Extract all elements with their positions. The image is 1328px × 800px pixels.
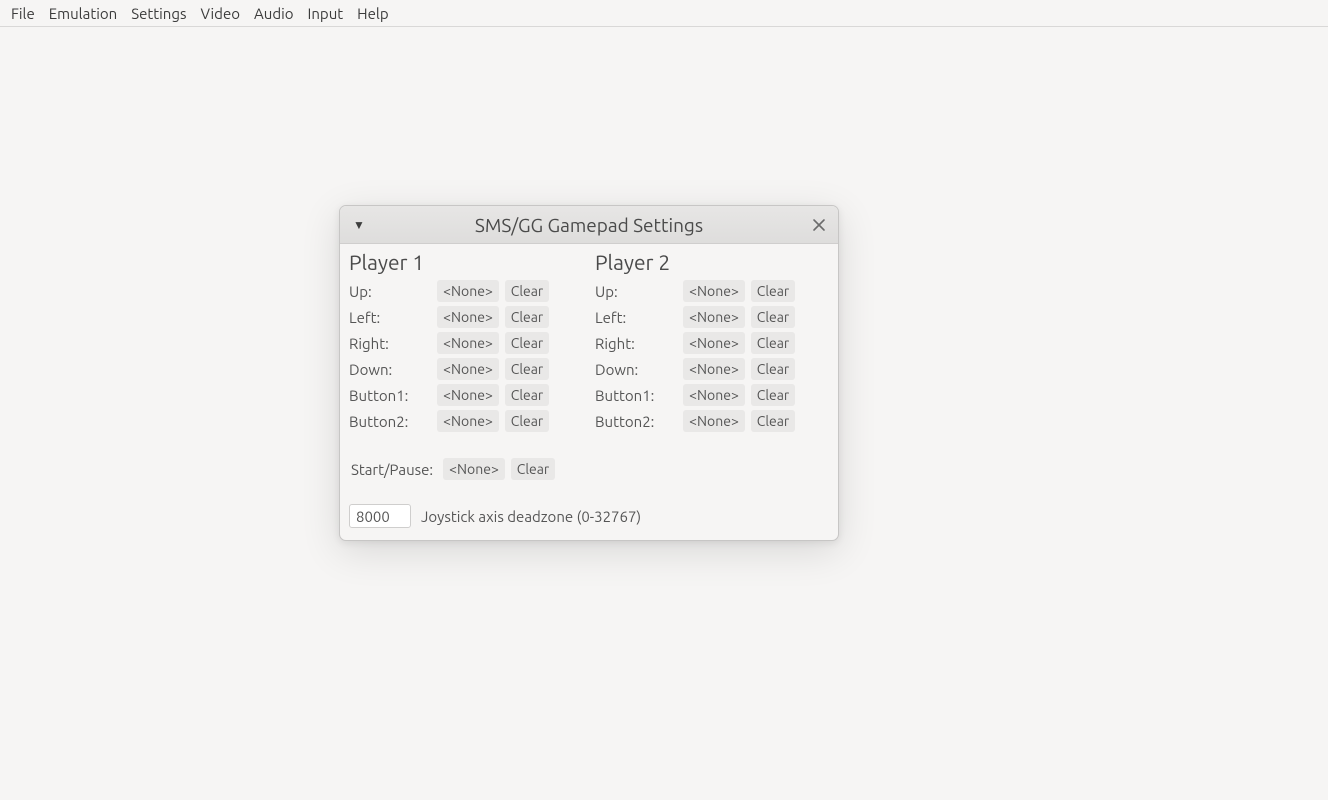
p1-binding-right[interactable]: <None> [437, 332, 499, 354]
p2-binding-up[interactable]: <None> [683, 280, 745, 302]
p2-label-button1: Button1: [593, 387, 677, 404]
p2-label-right: Right: [593, 335, 677, 352]
p2-clear-right[interactable]: Clear [751, 332, 795, 354]
p1-label-down: Down: [347, 361, 431, 378]
p1-row-right: Right: <None> Clear [347, 330, 585, 356]
p1-binding-down[interactable]: <None> [437, 358, 499, 380]
p2-label-up: Up: [593, 283, 677, 300]
player1-heading: Player 1 [347, 250, 585, 274]
p2-row-left: Left: <None> Clear [593, 304, 831, 330]
p1-clear-right[interactable]: Clear [505, 332, 549, 354]
startpause-row: Start/Pause: <None> Clear [343, 456, 835, 482]
p2-binding-down[interactable]: <None> [683, 358, 745, 380]
p1-row-button1: Button1: <None> Clear [347, 382, 585, 408]
p1-binding-button2[interactable]: <None> [437, 410, 499, 432]
collapse-icon[interactable]: ▼ [348, 214, 370, 236]
p2-clear-up[interactable]: Clear [751, 280, 795, 302]
p2-row-right: Right: <None> Clear [593, 330, 831, 356]
p1-clear-up[interactable]: Clear [505, 280, 549, 302]
p1-binding-left[interactable]: <None> [437, 306, 499, 328]
close-icon[interactable] [808, 214, 830, 236]
p2-binding-button2[interactable]: <None> [683, 410, 745, 432]
p2-binding-button1[interactable]: <None> [683, 384, 745, 406]
menu-file[interactable]: File [4, 2, 42, 25]
p1-row-down: Down: <None> Clear [347, 356, 585, 382]
p1-row-up: Up: <None> Clear [347, 278, 585, 304]
p1-label-button2: Button2: [347, 413, 431, 430]
p1-clear-left[interactable]: Clear [505, 306, 549, 328]
menu-settings[interactable]: Settings [124, 2, 193, 25]
menubar: File Emulation Settings Video Audio Inpu… [0, 0, 1328, 27]
p2-label-left: Left: [593, 309, 677, 326]
p1-row-button2: Button2: <None> Clear [347, 408, 585, 434]
p2-clear-button1[interactable]: Clear [751, 384, 795, 406]
menu-emulation[interactable]: Emulation [42, 2, 124, 25]
startpause-clear[interactable]: Clear [511, 458, 555, 480]
menu-audio[interactable]: Audio [247, 2, 301, 25]
p2-row-up: Up: <None> Clear [593, 278, 831, 304]
p1-clear-button1[interactable]: Clear [505, 384, 549, 406]
player1-column: Player 1 Up: <None> Clear Left: <None> C… [343, 250, 589, 434]
p2-row-button1: Button1: <None> Clear [593, 382, 831, 408]
dialog-titlebar[interactable]: ▼ SMS/GG Gamepad Settings [340, 206, 838, 244]
menu-help[interactable]: Help [350, 2, 395, 25]
dialog-body: Player 1 Up: <None> Clear Left: <None> C… [340, 244, 838, 540]
p2-clear-button2[interactable]: Clear [751, 410, 795, 432]
p2-label-down: Down: [593, 361, 677, 378]
deadzone-input[interactable] [349, 504, 411, 528]
dialog-title: SMS/GG Gamepad Settings [370, 214, 808, 236]
p2-binding-right[interactable]: <None> [683, 332, 745, 354]
menu-video[interactable]: Video [194, 2, 247, 25]
menu-input[interactable]: Input [301, 2, 351, 25]
startpause-binding[interactable]: <None> [443, 458, 505, 480]
deadzone-row: Joystick axis deadzone (0-32767) [343, 504, 835, 528]
p1-label-button1: Button1: [347, 387, 431, 404]
p1-binding-up[interactable]: <None> [437, 280, 499, 302]
p1-label-right: Right: [347, 335, 431, 352]
p1-binding-button1[interactable]: <None> [437, 384, 499, 406]
p1-label-left: Left: [347, 309, 431, 326]
p1-label-up: Up: [347, 283, 431, 300]
startpause-label: Start/Pause: [349, 461, 437, 478]
gamepad-settings-dialog: ▼ SMS/GG Gamepad Settings Player 1 Up: <… [339, 205, 839, 541]
p1-clear-button2[interactable]: Clear [505, 410, 549, 432]
player2-column: Player 2 Up: <None> Clear Left: <None> C… [589, 250, 835, 434]
p2-row-button2: Button2: <None> Clear [593, 408, 831, 434]
p2-clear-down[interactable]: Clear [751, 358, 795, 380]
p2-row-down: Down: <None> Clear [593, 356, 831, 382]
player2-heading: Player 2 [593, 250, 831, 274]
p1-clear-down[interactable]: Clear [505, 358, 549, 380]
p2-label-button2: Button2: [593, 413, 677, 430]
p2-clear-left[interactable]: Clear [751, 306, 795, 328]
p2-binding-left[interactable]: <None> [683, 306, 745, 328]
p1-row-left: Left: <None> Clear [347, 304, 585, 330]
deadzone-label: Joystick axis deadzone (0-32767) [421, 508, 641, 525]
